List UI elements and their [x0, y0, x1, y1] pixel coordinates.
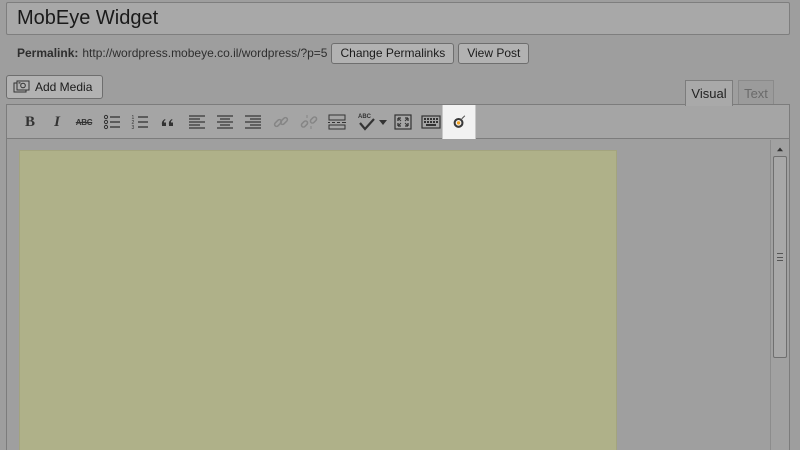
editor-toolbar: B I ABC 1 2 3 ABC [7, 105, 789, 139]
blockquote-icon [161, 119, 173, 126]
read-more-icon [328, 114, 346, 130]
view-post-button[interactable]: View Post [458, 42, 530, 64]
bulleted-list-icon [103, 114, 120, 130]
change-permalinks-button[interactable]: Change Permalinks [331, 42, 455, 64]
align-left-button[interactable] [186, 111, 208, 133]
editor-document[interactable] [19, 150, 617, 450]
align-center-button[interactable] [214, 111, 236, 133]
fullscreen-icon [394, 114, 412, 130]
bold-icon: B [24, 113, 35, 130]
permalink-label: Permalink: [17, 46, 79, 60]
italic-button[interactable]: I [46, 111, 68, 133]
italic-icon: I [54, 113, 60, 130]
kitchen-sink-button[interactable] [420, 111, 442, 133]
media-camera-icon [13, 80, 30, 93]
bold-button[interactable]: B [19, 111, 41, 133]
numbered-list-button[interactable]: 1 2 3 [129, 111, 151, 133]
add-media-label: Add Media [35, 80, 93, 94]
fullscreen-button[interactable] [392, 111, 414, 133]
editor-scrollbar[interactable] [770, 140, 789, 450]
editor-content-area[interactable] [7, 140, 771, 450]
mobeye-widget-icon [453, 115, 466, 128]
tab-visual[interactable]: Visual [685, 80, 733, 106]
scroll-grip-icon [777, 253, 783, 261]
read-more-button[interactable] [326, 111, 348, 133]
numbered-list-icon: 1 2 3 [132, 115, 148, 131]
align-right-icon [245, 115, 261, 129]
blockquote-button[interactable] [157, 111, 179, 133]
kitchen-sink-icon [421, 115, 441, 129]
scroll-up-arrow[interactable] [771, 142, 789, 156]
strikethrough-button[interactable]: ABC [73, 111, 95, 133]
tab-text[interactable]: Text [738, 80, 774, 105]
post-editor: B I ABC 1 2 3 ABC [6, 104, 790, 450]
insert-link-icon [273, 116, 289, 128]
spellcheck-icon: ABC [358, 114, 375, 131]
align-left-icon [189, 115, 205, 129]
bulleted-list-button[interactable] [101, 111, 123, 133]
svg-text:3: 3 [132, 125, 135, 131]
remove-link-button[interactable] [298, 111, 320, 133]
align-center-icon [217, 115, 233, 129]
scroll-thumb[interactable] [773, 156, 787, 358]
scroll-up-icon [777, 147, 783, 152]
permalink-row: Permalink: http://wordpress.mobeye.co.il… [17, 42, 530, 64]
strikethrough-icon: ABC [75, 117, 93, 127]
add-media-button[interactable]: Add Media [6, 75, 104, 99]
post-title-input[interactable]: MobEye Widget [6, 2, 790, 35]
permalink-url[interactable]: http://wordpress.mobeye.co.il/wordpress/… [82, 46, 327, 60]
spellcheck-dropdown[interactable] [377, 111, 389, 133]
align-right-button[interactable] [242, 111, 264, 133]
remove-link-icon [300, 115, 318, 129]
mobeye-widget-button[interactable] [442, 105, 476, 139]
dropdown-arrow-icon [379, 120, 387, 125]
insert-link-button[interactable] [270, 111, 292, 133]
svg-text:ABC: ABC [358, 114, 372, 120]
